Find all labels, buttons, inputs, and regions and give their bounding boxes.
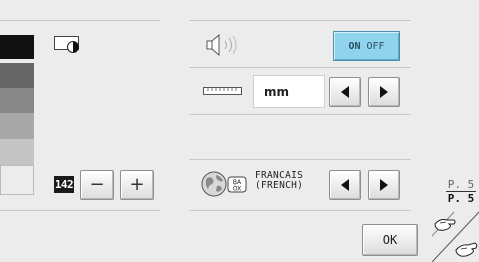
page-current: P. 5 <box>446 191 476 205</box>
screen-counter-value: 142 <box>54 176 74 193</box>
left-divider-top <box>0 20 160 21</box>
right-arrow-icon <box>380 179 388 191</box>
toggle-off-label: OFF <box>366 40 385 52</box>
next-page-hand-icon[interactable] <box>455 242 478 257</box>
page-flip-icon <box>431 211 479 262</box>
right-divider-mid2 <box>189 114 411 115</box>
brightness-swatch <box>0 139 34 165</box>
language-line2: (FRENCH) <box>255 180 304 191</box>
language-prev-button[interactable] <box>329 170 361 200</box>
right-arrow-icon <box>380 86 388 98</box>
brightness-swatch <box>0 63 34 88</box>
ok-label: OK <box>382 233 398 247</box>
right-divider-mid3 <box>189 159 411 160</box>
right-divider-top <box>189 20 411 21</box>
page-flip-area <box>431 210 479 262</box>
left-arrow-icon <box>341 179 349 191</box>
page-indicator: P. 5 P. 5 <box>446 178 476 205</box>
brightness-swatch <box>0 113 34 139</box>
increase-button[interactable]: + <box>120 170 154 200</box>
brightness-swatch <box>0 88 34 113</box>
decrease-button[interactable]: − <box>80 170 114 200</box>
toggle-on-label: ON <box>348 40 361 52</box>
sound-toggle[interactable]: ON OFF <box>333 31 400 61</box>
language-next-button[interactable] <box>368 170 400 200</box>
plus-icon: + <box>129 174 145 195</box>
ok-button[interactable]: OK <box>362 224 418 256</box>
unit-value: mm <box>253 75 325 108</box>
unit-next-button[interactable] <box>368 77 400 107</box>
language-value: FRANCAIS (FRENCH) <box>255 171 325 191</box>
right-divider-bottom <box>189 210 411 211</box>
brightness-swatch <box>0 35 34 59</box>
brightness-swatch <box>0 165 34 195</box>
minus-icon: − <box>89 174 105 195</box>
page-total: P. 5 <box>447 178 475 191</box>
right-divider-mid1 <box>189 67 411 68</box>
screen-contrast-icon <box>54 36 79 53</box>
svg-text:ÖX: ÖX <box>233 186 241 193</box>
speaker-icon <box>206 33 237 57</box>
unit-prev-button[interactable] <box>329 77 361 107</box>
prev-page-hand-icon[interactable] <box>434 219 456 231</box>
left-divider-bottom <box>0 210 160 211</box>
globe-language-icon: BA ÖX <box>201 171 247 197</box>
ruler-icon <box>203 87 242 95</box>
left-arrow-icon <box>341 86 349 98</box>
